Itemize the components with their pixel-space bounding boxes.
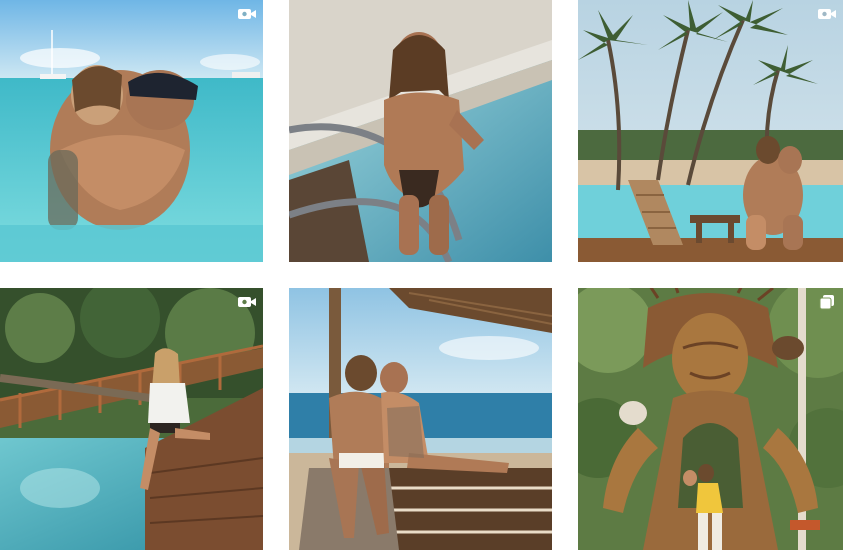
post-tile-3[interactable]	[578, 0, 843, 262]
post-image-4	[0, 288, 263, 550]
post-tile-5[interactable]	[289, 288, 552, 550]
video-icon	[237, 6, 257, 22]
post-grid	[0, 0, 843, 550]
post-tile-4[interactable]	[0, 288, 263, 550]
post-image-5	[289, 288, 552, 550]
post-tile-6[interactable]	[578, 288, 843, 550]
carousel-icon	[817, 294, 837, 310]
post-tile-2[interactable]	[289, 0, 552, 262]
post-image-6	[578, 288, 843, 550]
post-image-3	[578, 0, 843, 262]
video-icon	[817, 6, 837, 22]
post-image-2	[289, 0, 552, 262]
video-icon	[237, 294, 257, 310]
post-image-1	[0, 0, 263, 262]
post-tile-1[interactable]	[0, 0, 263, 262]
